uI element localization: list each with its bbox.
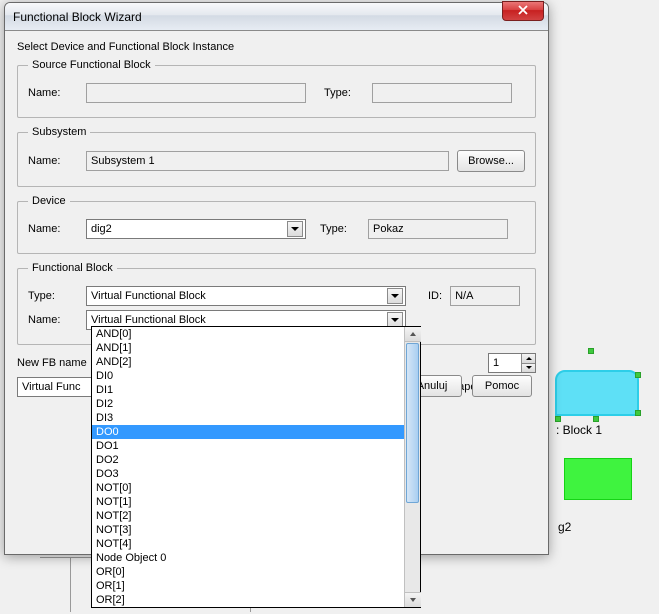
dropdown-scrollbar[interactable] (404, 327, 420, 607)
fb-name-value: Virtual Functional Block (91, 314, 387, 326)
dropdown-option[interactable]: NOT[2] (92, 509, 404, 523)
dropdown-option[interactable]: DO3 (92, 467, 404, 481)
device-name-combo[interactable]: dig2 (86, 219, 306, 239)
group-device-legend: Device (28, 195, 70, 207)
group-fb-legend: Functional Block (28, 262, 117, 274)
chevron-down-icon (291, 227, 299, 231)
scroll-down-button[interactable] (405, 592, 421, 607)
fb-name-label: Name: (28, 314, 78, 326)
canvas-handle (635, 372, 641, 378)
dropdown-option[interactable]: OR[0] (92, 565, 404, 579)
dropdown-option[interactable]: DI0 (92, 369, 404, 383)
group-device: Device Name: dig2 Type: Pokaz (17, 195, 536, 254)
canvas-block-label: : Block 1 (556, 423, 602, 437)
scroll-up-button[interactable] (405, 327, 421, 342)
chevron-down-icon (410, 598, 416, 602)
dropdown-option[interactable]: DO1 (92, 439, 404, 453)
canvas-handle (593, 416, 599, 422)
dropdown-option[interactable]: NOT[3] (92, 523, 404, 537)
source-type-label: Type: (324, 87, 364, 99)
titlebar[interactable]: Functional Block Wizard (5, 3, 548, 31)
group-subsystem-legend: Subsystem (28, 126, 90, 138)
fb-id-label: ID: (428, 290, 442, 302)
group-subsystem: Subsystem Name: Subsystem 1 Browse... (17, 126, 536, 187)
dropdown-option[interactable]: DO2 (92, 453, 404, 467)
source-name-label: Name: (28, 87, 78, 99)
chevron-down-icon (391, 294, 399, 298)
canvas-block-shape (555, 370, 639, 416)
device-name-label: Name: (28, 223, 78, 235)
canvas-block-label-2: g2 (558, 520, 571, 534)
canvas-handle (555, 416, 561, 422)
canvas-block-shape-2 (564, 458, 632, 500)
dropdown-option[interactable]: OR[1] (92, 579, 404, 593)
canvas-handle (588, 348, 594, 354)
scroll-thumb[interactable] (406, 343, 419, 503)
help-button[interactable]: Pomoc (472, 375, 532, 397)
spinner-up[interactable] (521, 354, 535, 363)
chevron-up-icon (526, 357, 532, 360)
fb-type-combo[interactable]: Virtual Functional Block (86, 286, 406, 306)
close-icon (518, 5, 528, 18)
fb-name-dropdown[interactable]: AND[0]AND[1]AND[2]DI0DI1DI2DI3DO0DO1DO2D… (91, 326, 421, 608)
canvas-handle (635, 410, 641, 416)
fb-id-field: N/A (450, 286, 520, 306)
canvas-connector (70, 557, 71, 612)
dropdown-option[interactable]: NOT[4] (92, 537, 404, 551)
spinner-down[interactable] (521, 363, 535, 373)
count-spinner[interactable]: 1 (488, 353, 536, 373)
wizard-dialog: Functional Block Wizard Select Device an… (4, 2, 549, 555)
dropdown-option[interactable]: NOT[0] (92, 481, 404, 495)
count-value: 1 (489, 354, 521, 372)
fb-type-label: Type: (28, 290, 78, 302)
instruction-text: Select Device and Functional Block Insta… (17, 41, 536, 53)
dropdown-option[interactable]: AND[0] (92, 327, 404, 341)
fb-type-value: Virtual Functional Block (91, 290, 387, 302)
dropdown-option[interactable]: OR[2] (92, 593, 404, 607)
dropdown-option[interactable]: NOT[1] (92, 495, 404, 509)
window-title: Functional Block Wizard (13, 10, 142, 24)
dropdown-option[interactable]: DI2 (92, 397, 404, 411)
close-button[interactable] (502, 1, 544, 21)
group-source-fb-legend: Source Functional Block (28, 59, 155, 71)
source-name-field (86, 83, 306, 103)
chevron-down-icon (526, 366, 532, 369)
dropdown-option[interactable]: DI1 (92, 383, 404, 397)
dropdown-option[interactable]: AND[2] (92, 355, 404, 369)
dropdown-option[interactable]: DI3 (92, 411, 404, 425)
fb-type-toggle[interactable] (387, 288, 403, 304)
chevron-up-icon (410, 332, 416, 336)
device-type-field: Pokaz (368, 219, 508, 239)
source-type-field (372, 83, 512, 103)
device-name-value: dig2 (91, 223, 287, 235)
new-fb-label: New FB name (17, 357, 87, 369)
subsystem-name-label: Name: (28, 155, 78, 167)
group-source-fb: Source Functional Block Name: Type: (17, 59, 536, 118)
browse-button[interactable]: Browse... (457, 150, 525, 172)
dropdown-option[interactable]: DO0 (92, 425, 404, 439)
dropdown-option[interactable]: Node Object 0 (92, 551, 404, 565)
subsystem-name-field: Subsystem 1 (86, 151, 449, 171)
device-combo-toggle[interactable] (287, 221, 303, 237)
device-type-label: Type: (320, 223, 360, 235)
dropdown-option[interactable]: AND[1] (92, 341, 404, 355)
chevron-down-icon (391, 318, 399, 322)
